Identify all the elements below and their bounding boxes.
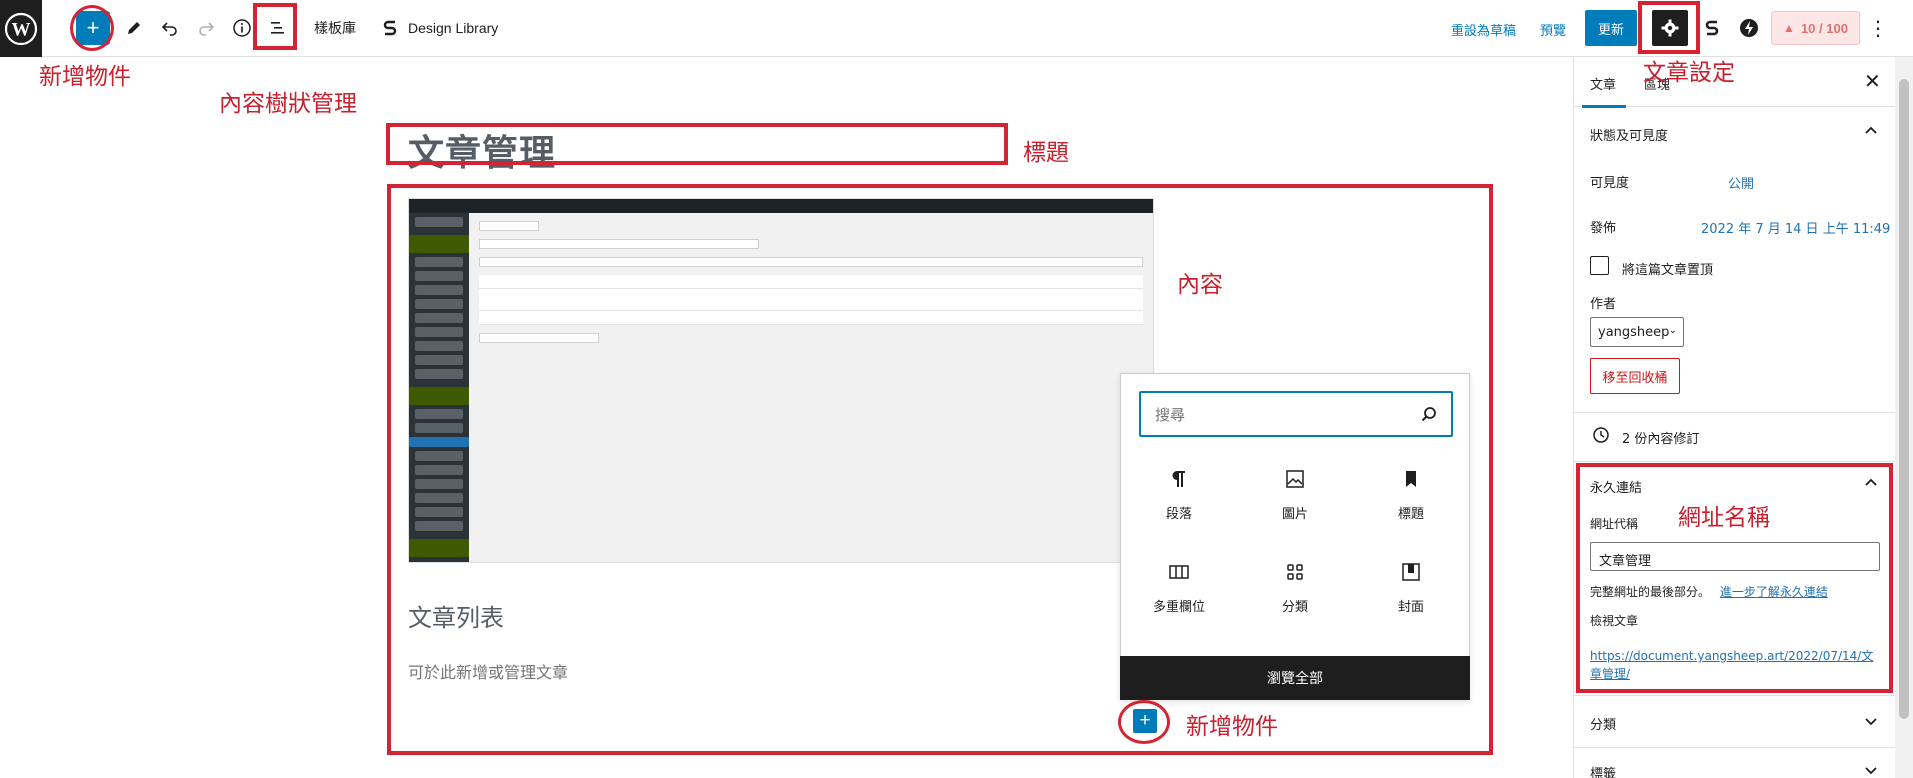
chevron-down-icon[interactable] — [1864, 714, 1878, 728]
annotation-add-block-bottom: 新增物件 — [1186, 714, 1278, 740]
more-options-icon[interactable]: ⋮ — [1868, 12, 1888, 44]
chevron-down-icon: ⌄ — [1668, 325, 1677, 336]
update-button[interactable]: 更新 — [1585, 10, 1637, 46]
wordpress-logo-icon[interactable]: W — [0, 0, 42, 57]
visibility-label: 可見度 — [1590, 176, 1630, 191]
annotation-box-content — [387, 184, 1493, 755]
divider — [1574, 461, 1896, 462]
settings-tabs: 文章 區塊 ✕ — [1574, 57, 1896, 108]
undo-icon[interactable] — [158, 12, 182, 44]
jetpack-icon[interactable] — [1737, 12, 1761, 44]
author-label: 作者 — [1590, 297, 1617, 312]
publish-label: 發佈 — [1590, 221, 1617, 236]
rank-math-score: 10 / 100 — [1800, 20, 1848, 36]
sticky-label: 將這篇文章置頂 — [1622, 263, 1714, 278]
annotation-add-block: 新增物件 — [39, 64, 131, 90]
chevron-up-icon[interactable] — [1864, 123, 1878, 137]
tab-post[interactable]: 文章 — [1581, 74, 1627, 108]
svg-text:W: W — [12, 19, 31, 40]
save-draft-link[interactable]: 重設為草稿 — [1451, 20, 1516, 39]
annotation-content: 內容 — [1177, 272, 1223, 298]
annotation-box-settings — [1638, 1, 1700, 54]
annotation-title: 標題 — [1023, 140, 1069, 166]
sticky-checkbox[interactable] — [1590, 256, 1609, 275]
tags-panel-title[interactable]: 標籤 — [1590, 763, 1616, 778]
annotation-circle-add-block-bottom — [1118, 700, 1170, 744]
visibility-value[interactable]: 公開 — [1728, 173, 1754, 192]
annotation-slug: 網址名稱 — [1678, 505, 1770, 531]
annotation-circle-add-block — [70, 5, 114, 51]
divider — [1574, 747, 1896, 748]
divider — [1574, 412, 1896, 413]
design-library-button[interactable]: Design Library — [408, 12, 498, 44]
chart-icon: ▲ — [1783, 21, 1795, 35]
design-library-icon[interactable] — [378, 12, 402, 44]
stackable-icon[interactable] — [1700, 12, 1724, 44]
annotation-list-view: 內容樹狀管理 — [219, 91, 357, 117]
scrollbar[interactable] — [1895, 57, 1913, 778]
revisions-link[interactable]: 2 份內容修訂 — [1622, 428, 1699, 447]
annotation-box-title — [386, 123, 1008, 165]
templates-button[interactable]: 樣板庫 — [314, 12, 356, 44]
close-icon[interactable]: ✕ — [1864, 69, 1881, 93]
categories-panel-title[interactable]: 分類 — [1590, 714, 1616, 733]
move-to-trash-button[interactable]: 移至回收桶 — [1590, 358, 1680, 394]
revisions-icon — [1593, 427, 1609, 443]
annotation-post-settings: 文章設定 — [1643, 60, 1735, 86]
preview-link[interactable]: 預覽 — [1540, 20, 1566, 39]
rank-math-score-button[interactable]: ▲ 10 / 100 — [1771, 11, 1860, 45]
redo-icon[interactable] — [194, 12, 218, 44]
status-panel-title[interactable]: 狀態及可見度 — [1590, 125, 1668, 144]
publish-date-value[interactable]: 2022 年 7 月 14 日 上午 11:49 — [1701, 218, 1890, 237]
edit-tools-icon[interactable] — [122, 12, 146, 44]
info-icon[interactable] — [230, 12, 254, 44]
author-select[interactable]: yangsheep ⌄ — [1590, 317, 1684, 347]
divider — [1574, 695, 1896, 696]
chevron-down-icon[interactable] — [1864, 763, 1878, 777]
annotation-box-list-view — [253, 3, 297, 50]
